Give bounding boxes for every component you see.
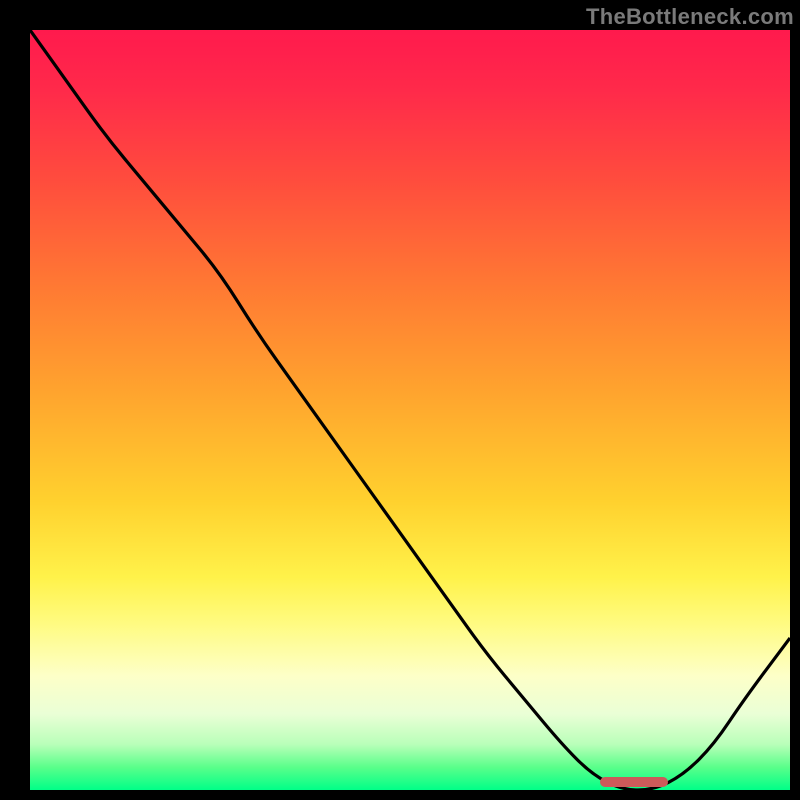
bottleneck-chart: TheBottleneck.com [0, 0, 800, 800]
curve-path [30, 30, 790, 790]
y-axis-frame [0, 0, 30, 800]
optimal-range-marker [600, 777, 668, 787]
attribution-text: TheBottleneck.com [586, 4, 794, 30]
x-axis-frame [0, 790, 800, 800]
plot-area [30, 30, 790, 790]
bottleneck-curve [30, 30, 790, 790]
